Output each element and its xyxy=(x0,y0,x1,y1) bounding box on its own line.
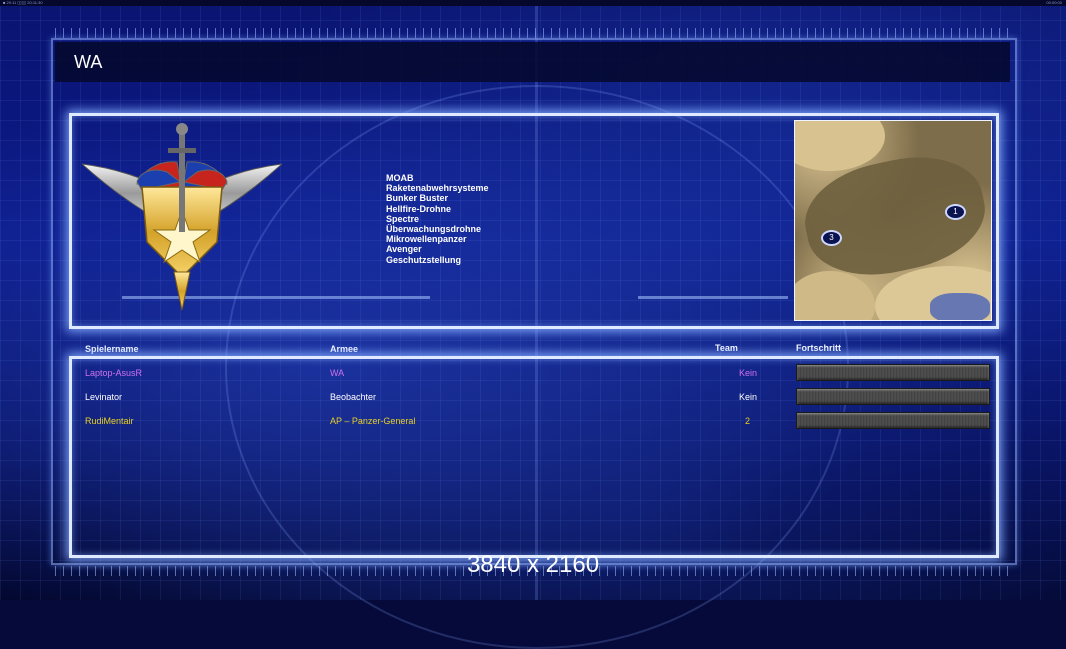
map-start-marker: 3 xyxy=(821,230,842,246)
map-terrain xyxy=(795,121,885,171)
panel-divider-right xyxy=(638,296,788,299)
player-name: RudiMentair xyxy=(85,416,134,426)
progress-bar xyxy=(796,364,990,381)
window-title: WA xyxy=(74,52,103,72)
player-name: Laptop-AsusR xyxy=(85,368,143,378)
column-header-player: Spielername xyxy=(85,344,139,354)
power-item: Mikrowellenpanzer xyxy=(386,234,467,245)
resolution-label: 3840 x 2160 xyxy=(466,551,600,578)
player-name: Levinator xyxy=(85,392,123,402)
progress-bar xyxy=(796,412,990,429)
power-item: Überwachungsdrohne xyxy=(386,224,482,235)
clock-right: 00:00:00 xyxy=(1046,0,1062,5)
map-start-marker: 1 xyxy=(945,204,966,220)
faction-emblem-icon xyxy=(82,123,282,311)
column-header-team: Team xyxy=(715,343,738,353)
player-army: AP – Panzer-General xyxy=(330,416,416,426)
clock-left: ■ 20:11 ▯▯▯▯ 20:11:30 xyxy=(3,0,43,5)
progress-bar xyxy=(796,388,990,405)
player-team: 2 xyxy=(745,416,751,426)
map-preview: 1 3 xyxy=(794,120,992,321)
power-item: MOAB xyxy=(386,173,414,183)
top-status-bar: ■ 20:11 ▯▯▯▯ 20:11:30 00:00:00 xyxy=(0,0,1066,6)
power-item: Bunker Buster xyxy=(386,193,449,204)
power-item: Geschutzstellung xyxy=(386,254,462,265)
player-army: Beobachter xyxy=(330,392,377,402)
power-item: Hellfire-Drohne xyxy=(386,203,452,214)
power-item: Avenger xyxy=(386,244,422,255)
players-panel xyxy=(69,356,999,558)
map-terrain xyxy=(795,271,875,320)
player-team: Kein xyxy=(739,392,758,402)
map-water xyxy=(930,293,990,320)
generals-powers-list: MOAB Raketenabwehrsysteme Bunker Buster … xyxy=(386,173,489,265)
top-ruler xyxy=(55,28,1015,38)
power-item: Spectre xyxy=(386,213,420,224)
power-item: Raketenabwehrsysteme xyxy=(386,183,489,194)
column-header-progress: Fortschritt xyxy=(796,343,841,353)
player-army: WA xyxy=(330,368,345,378)
player-team: Kein xyxy=(739,368,758,378)
column-header-army: Armee xyxy=(330,344,359,354)
title-bar xyxy=(55,42,1010,82)
